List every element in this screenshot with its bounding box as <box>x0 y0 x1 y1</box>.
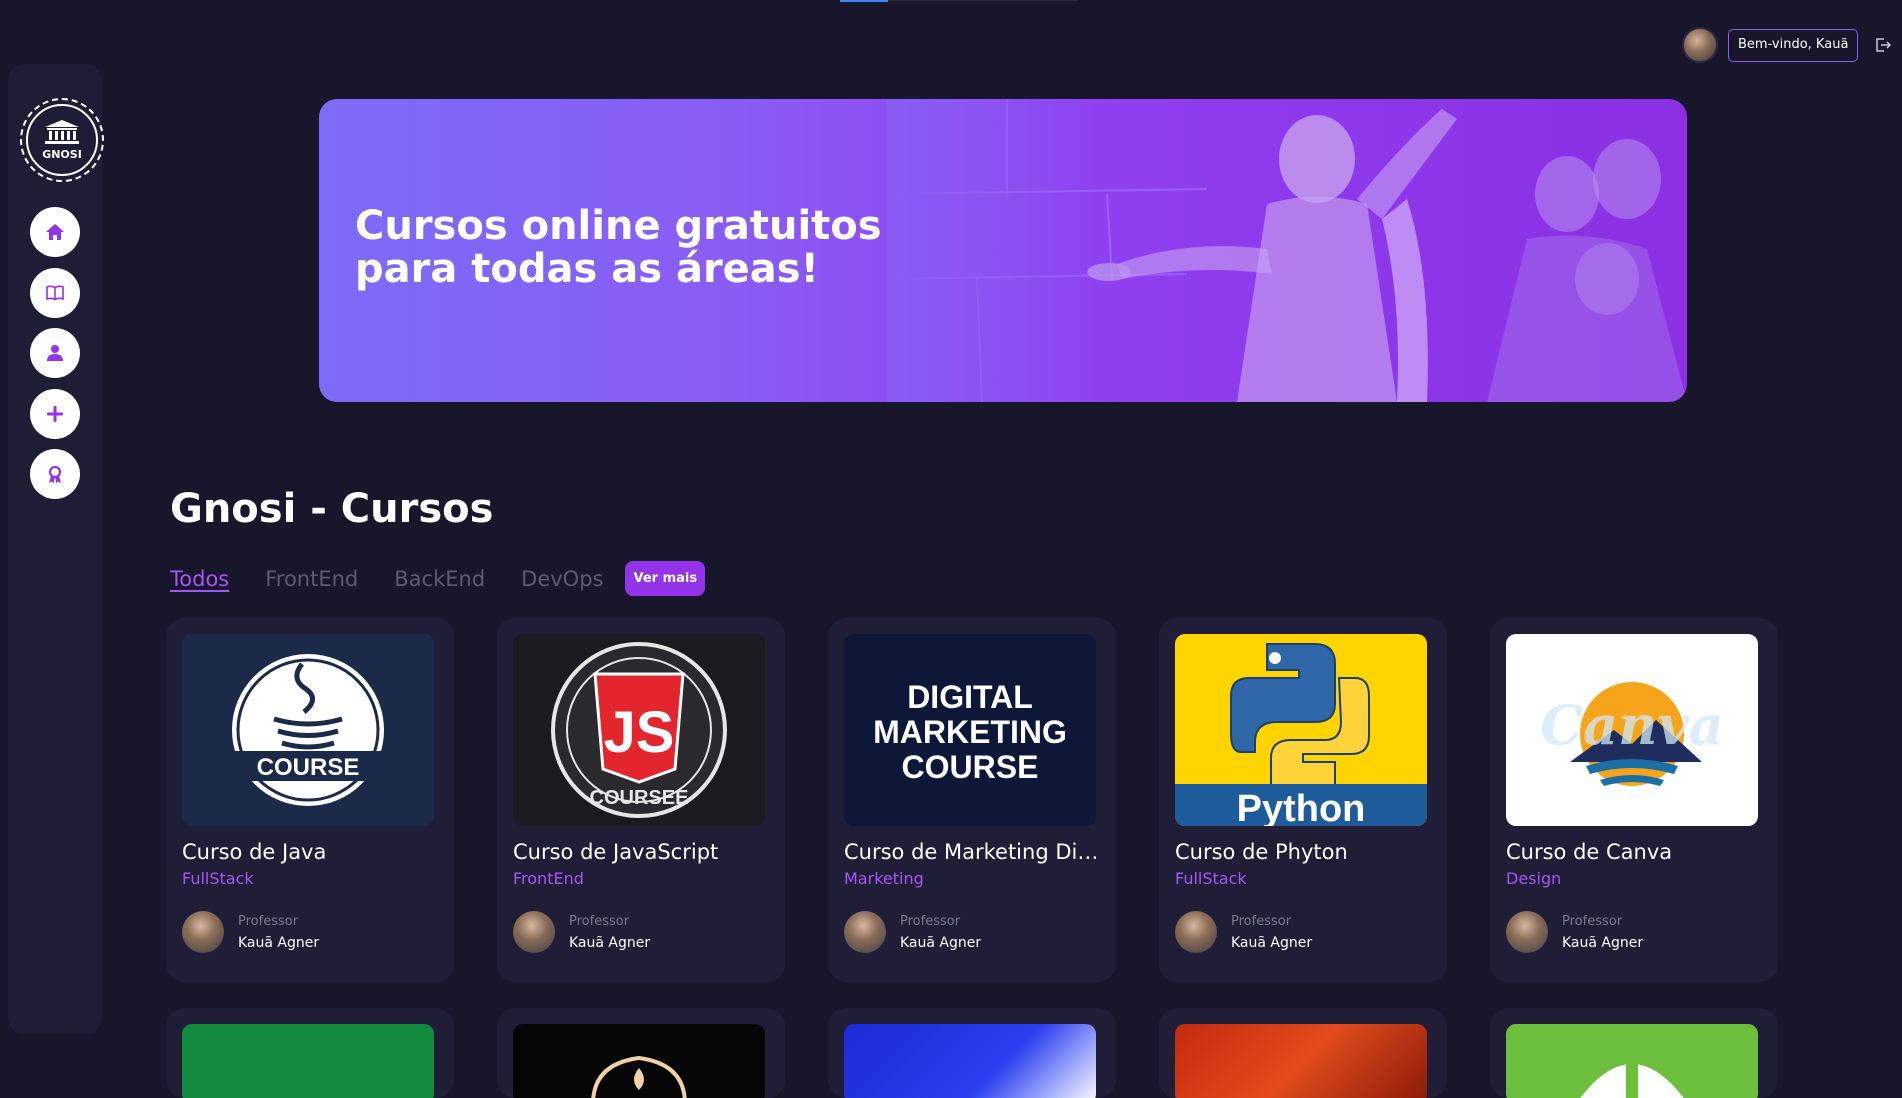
section-title: Gnosi - Cursos <box>170 486 494 532</box>
flame-logo-icon <box>591 1055 687 1098</box>
professor-avatar <box>513 911 555 953</box>
socrates-illustration <box>887 99 1687 402</box>
course-thumbnail <box>844 1024 1096 1098</box>
course-card[interactable] <box>1159 1008 1447 1098</box>
course-title: Curso de JavaScript <box>513 840 719 864</box>
python-logo-icon: Python <box>1175 643 1427 826</box>
top-scroll-track <box>888 0 1078 1</box>
course-card[interactable]: DIGITAL MARKETING COURSE Curso de Market… <box>828 618 1116 982</box>
course-thumbnail: DIGITAL MARKETING COURSE <box>844 634 1096 826</box>
logo-text: GNOSI <box>42 148 82 161</box>
professor-avatar <box>1175 911 1217 953</box>
ver-mais-button[interactable]: Ver mais <box>625 561 706 596</box>
home-icon <box>46 224 64 240</box>
course-thumbnail <box>1506 1024 1758 1098</box>
course-category[interactable]: FullStack <box>1175 869 1247 888</box>
tab-frontend[interactable]: FrontEnd <box>265 567 358 591</box>
course-category[interactable]: Marketing <box>844 869 924 888</box>
course-card[interactable] <box>497 1008 785 1098</box>
award-icon <box>48 465 62 484</box>
sidebar-item-home[interactable] <box>30 207 80 257</box>
tab-devops[interactable]: DevOps <box>521 567 603 591</box>
course-card[interactable]: JS COURSEE Curso de JavaScript FrontEnd … <box>497 618 785 982</box>
canva-logo-icon: Canva <box>1540 682 1724 786</box>
plus-icon <box>47 406 63 422</box>
course-thumbnail: Python <box>1175 634 1427 826</box>
java-logo-icon: COURSE <box>232 654 384 806</box>
professor-name: Kauã Agner <box>238 935 320 951</box>
leaf-logo-icon <box>1580 1060 1684 1098</box>
course-card[interactable] <box>1490 1008 1778 1098</box>
course-thumbnail: JS COURSEE <box>513 634 765 826</box>
thumb-text: Canva <box>1540 693 1724 757</box>
course-category[interactable]: FrontEnd <box>513 869 584 888</box>
professor-avatar <box>1506 911 1548 953</box>
sidebar-item-courses[interactable] <box>30 268 80 318</box>
course-card[interactable] <box>166 1008 454 1098</box>
svg-text:DIGITAL: DIGITAL <box>907 679 1033 715</box>
course-title: Curso de Marketing Digi... <box>844 840 1104 864</box>
course-thumbnail <box>513 1024 765 1098</box>
course-title: Curso de Java <box>182 840 327 864</box>
thumb-text: COURSEE <box>590 787 689 809</box>
welcome-button[interactable]: Bem-vindo, Kauã <box>1728 29 1859 62</box>
sidebar-item-add[interactable] <box>30 389 80 439</box>
course-thumbnail <box>182 1024 434 1098</box>
tab-todos[interactable]: Todos <box>170 567 229 591</box>
professor-label: Professor <box>1231 914 1292 929</box>
sidebar: GNOSI <box>8 64 104 1034</box>
thumb-text: COURSE <box>257 754 360 781</box>
user-avatar[interactable] <box>1682 27 1718 63</box>
professor-label: Professor <box>1562 914 1623 929</box>
professor-name: Kauã Agner <box>1562 935 1644 951</box>
user-icon <box>47 345 63 361</box>
sidebar-item-certificates[interactable] <box>30 449 80 499</box>
professor-label: Professor <box>238 914 299 929</box>
gnosi-logo[interactable]: GNOSI <box>20 98 104 182</box>
hero-banner: Cursos online gratuitos para todas as ár… <box>319 99 1687 402</box>
course-card[interactable]: Canva Curso de Canva Design Professor Ka… <box>1490 618 1778 982</box>
course-thumbnail <box>1175 1024 1427 1098</box>
course-card[interactable] <box>828 1008 1116 1098</box>
course-card[interactable]: Python Curso de Phyton FullStack Profess… <box>1159 618 1447 982</box>
course-card[interactable]: COURSE Curso de Java FullStack Professor… <box>166 618 454 982</box>
sidebar-item-profile[interactable] <box>30 328 80 378</box>
temple-icon <box>45 120 79 144</box>
professor-avatar <box>844 911 886 953</box>
thumb-text: Python <box>1237 788 1366 826</box>
book-icon <box>46 285 64 301</box>
svg-text:MARKETING: MARKETING <box>873 714 1067 750</box>
svg-text:COURSE: COURSE <box>902 749 1039 785</box>
professor-label: Professor <box>900 914 961 929</box>
svg-text:JS: JS <box>604 700 675 765</box>
course-category[interactable]: FullStack <box>182 869 254 888</box>
top-scroll-indicator <box>840 0 888 2</box>
professor-name: Kauã Agner <box>900 935 982 951</box>
logout-icon[interactable] <box>1874 36 1892 54</box>
professor-label: Professor <box>569 914 630 929</box>
course-thumbnail: Canva <box>1506 634 1758 826</box>
professor-name: Kauã Agner <box>569 935 651 951</box>
professor-name: Kauã Agner <box>1231 935 1313 951</box>
course-title: Curso de Phyton <box>1175 840 1348 864</box>
course-category[interactable]: Design <box>1506 869 1561 888</box>
course-title: Curso de Canva <box>1506 840 1673 864</box>
category-tabs: Todos FrontEnd BackEnd DevOps Ver mais <box>170 561 706 596</box>
marketing-thumbnail-icon: DIGITAL MARKETING COURSE <box>873 679 1067 785</box>
javascript-logo-icon: JS COURSEE <box>551 642 727 818</box>
course-thumbnail: COURSE <box>182 634 434 826</box>
tab-backend[interactable]: BackEnd <box>394 567 485 591</box>
professor-avatar <box>182 911 224 953</box>
banner-title: Cursos online gratuitos para todas as ár… <box>355 203 882 292</box>
